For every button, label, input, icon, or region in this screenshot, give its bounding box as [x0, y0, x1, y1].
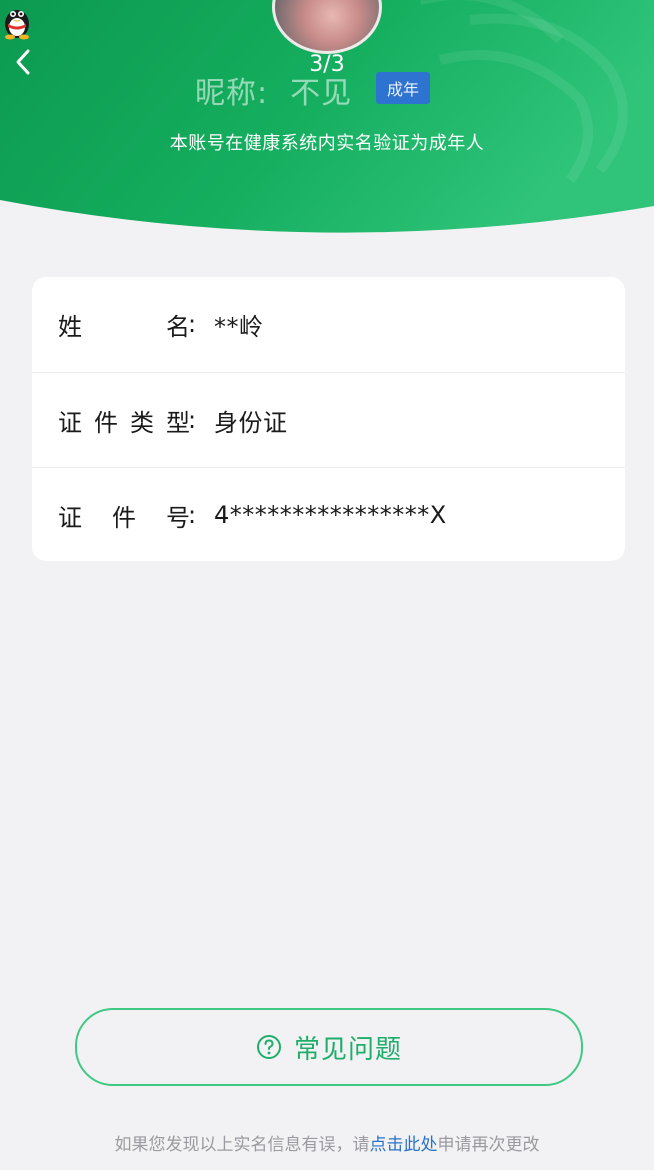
info-value-id-type: 身份证 — [214, 408, 288, 437]
footer-suffix: 申请再次更改 — [437, 1135, 540, 1155]
faq-button[interactable]: 常见问题 — [75, 1008, 583, 1086]
footer-prefix: 如果您发现以上实名信息有误，请 — [114, 1135, 370, 1155]
info-label: 证 件 类 型 — [58, 408, 190, 437]
info-label: 姓 名 — [58, 312, 190, 341]
page-counter: 3/3 — [309, 52, 345, 77]
info-value-name: **岭 — [214, 312, 264, 341]
click-here-link[interactable]: 点击此处 — [370, 1135, 438, 1155]
adult-badge: 成年 — [376, 72, 430, 104]
qq-penguin-icon — [5, 10, 29, 40]
info-row-id-type: 证 件 类 型 : 身份证 — [32, 372, 625, 467]
info-label: 证 件 号 — [58, 503, 190, 532]
info-row-id-number: 证 件 号 : 4****************X — [32, 467, 625, 561]
footer-note: 如果您发现以上实名信息有误，请点击此处申请再次更改 — [0, 1130, 654, 1155]
question-circle-icon — [256, 1035, 281, 1059]
identity-info-card: 姓 名 : **岭 证 件 类 型 : 身份证 证 件 号 : 4*******… — [32, 277, 625, 561]
info-value-id-number: 4****************X — [214, 501, 447, 529]
verification-note: 本账号在健康系统内实名验证为成年人 — [169, 133, 485, 154]
faq-button-label: 常见问题 — [293, 1034, 402, 1065]
nickname-value: 不见 — [290, 76, 353, 111]
info-row-name: 姓 名 : **岭 — [32, 277, 625, 371]
header: 昵称: 不见 3/3 成年 本账号在健康系统内实名验证为成年人 — [0, 0, 654, 240]
nickname-label: 昵称: — [195, 76, 269, 111]
